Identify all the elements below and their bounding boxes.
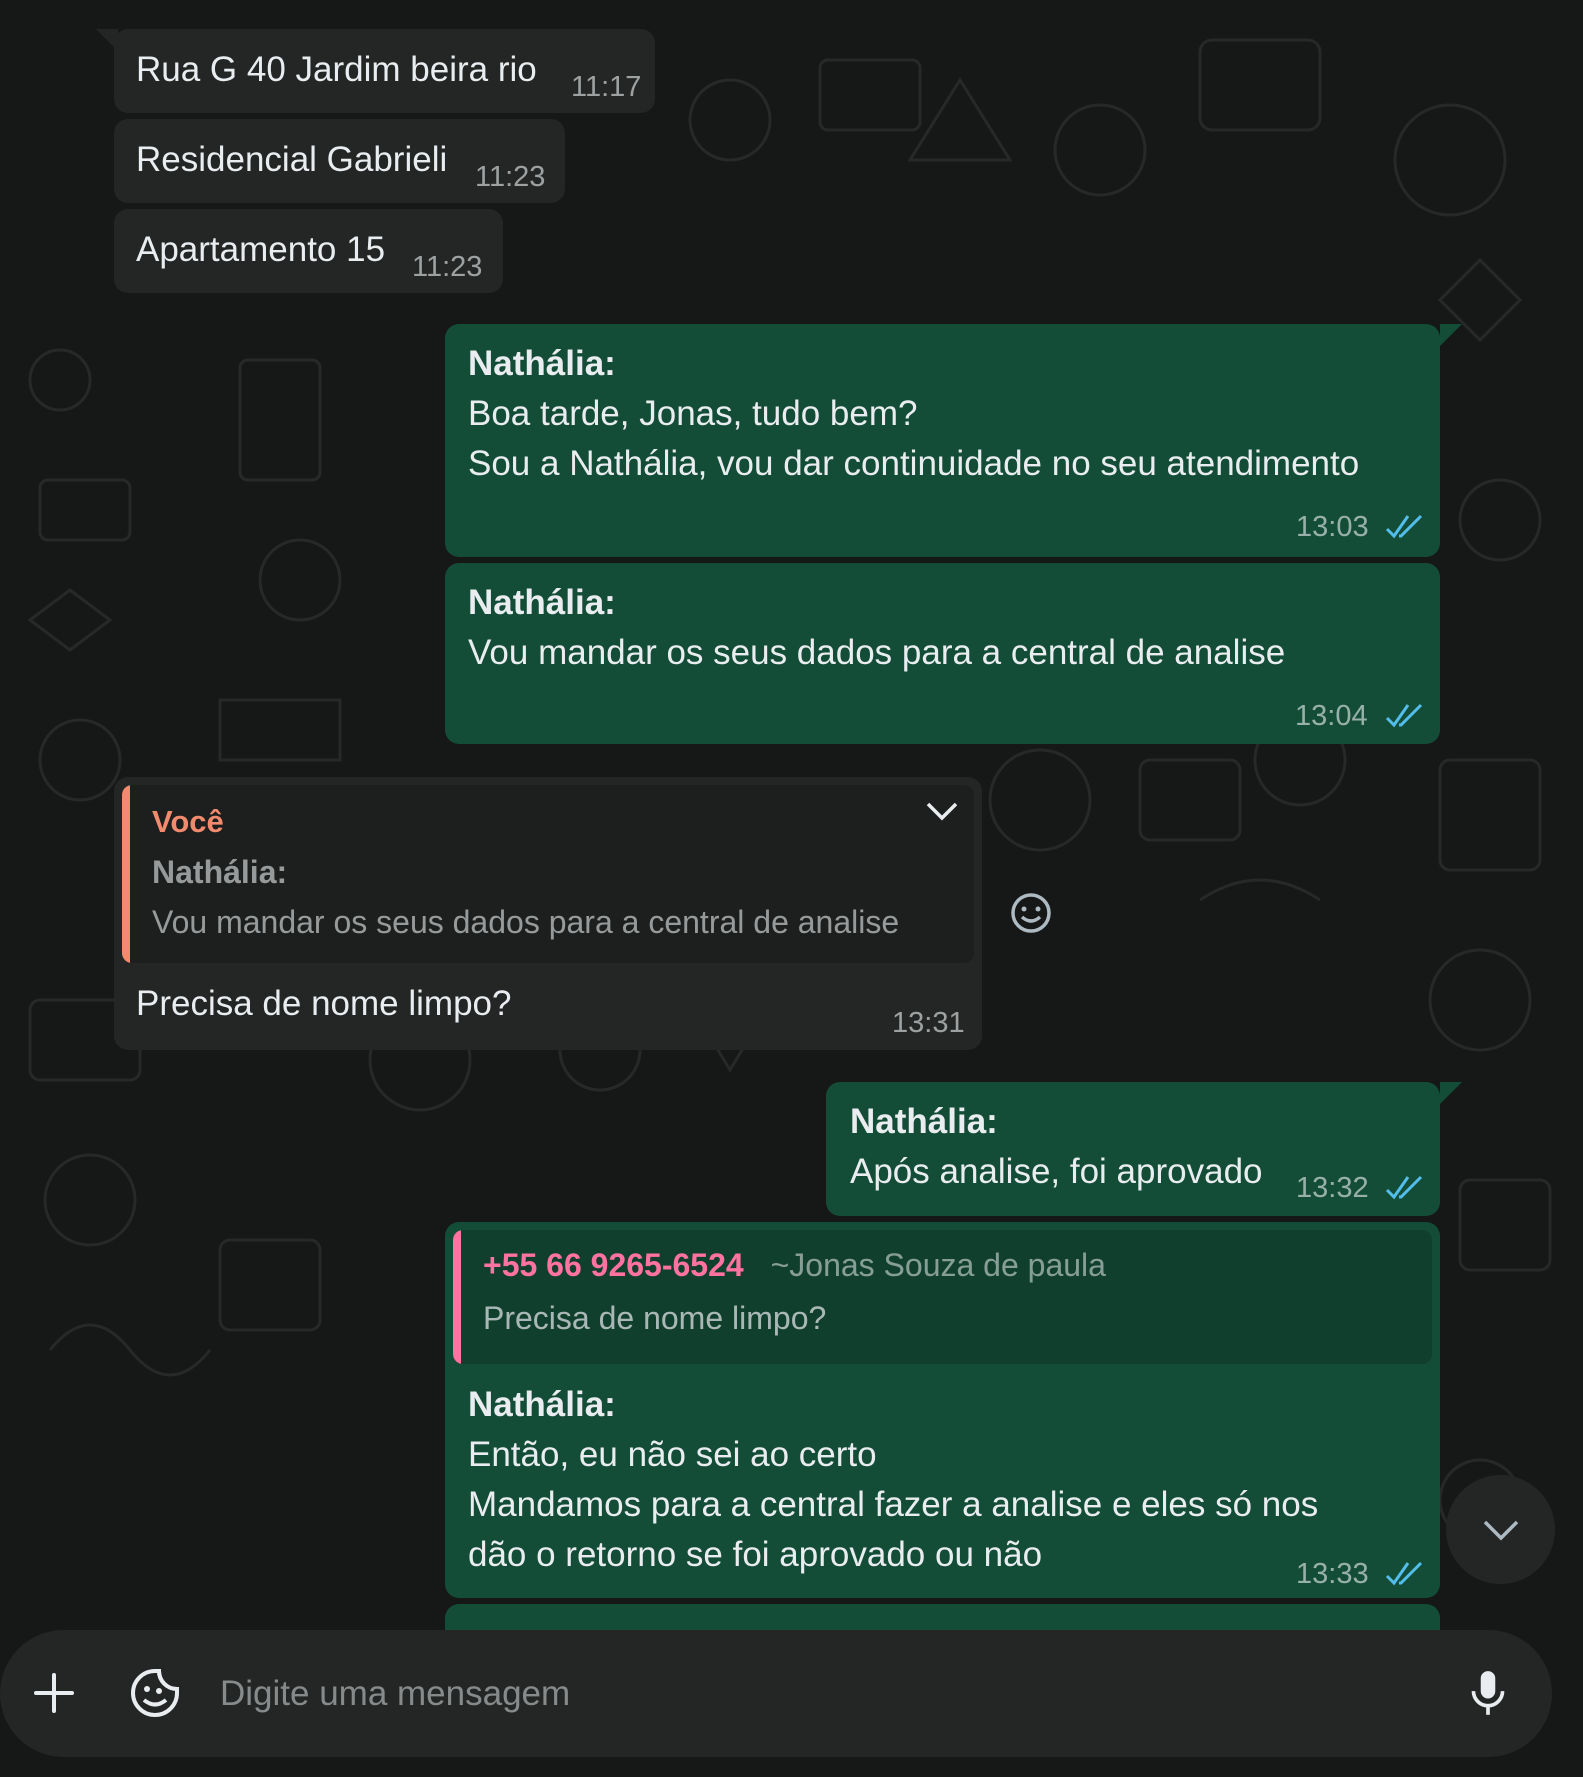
message-outgoing[interactable]: Nathália: Após analise, foi aprovado 13:… <box>826 1082 1440 1216</box>
quote-sender: Nathália: <box>152 854 288 890</box>
message-text: Precisa de nome limpo? <box>136 984 512 1023</box>
message-text: Então, eu não sei ao certo <box>468 1435 877 1474</box>
message-incoming[interactable]: Rua G 40 Jardim beira rio 11:17 <box>114 29 655 113</box>
quote-text: Vou mandar os seus dados para a central … <box>152 904 900 940</box>
quoted-message[interactable]: Você Nathália: Vou mandar os seus dados … <box>122 785 974 963</box>
scroll-down-button[interactable] <box>1446 1475 1555 1584</box>
message-text: Boa tarde, Jonas, tudo bem? <box>468 394 918 433</box>
message-outgoing[interactable] <box>445 1604 1440 1630</box>
message-time: 11:17 <box>571 71 642 103</box>
message-sender: Nathália: <box>850 1102 998 1141</box>
message-outgoing[interactable]: +55 66 9265-6524 ~Jonas Souza de paula P… <box>445 1222 1440 1598</box>
chat-panel[interactable]: Rua G 40 Jardim beira rio 11:17 Residenc… <box>0 0 1583 1630</box>
mic-icon <box>1471 1671 1505 1715</box>
message-incoming[interactable]: Você Nathália: Vou mandar os seus dados … <box>114 777 982 1050</box>
message-text: Apartamento 15 <box>136 230 386 269</box>
message-time: 11:23 <box>475 161 546 193</box>
message-sender: Nathália: <box>468 583 616 622</box>
message-time: 13:33 <box>1296 1558 1369 1590</box>
message-time: 13:04 <box>1295 700 1368 732</box>
message-text: Sou a Nathália, vou dar continuidade no … <box>468 444 1360 483</box>
quoted-message[interactable]: +55 66 9265-6524 ~Jonas Souza de paula P… <box>453 1230 1432 1364</box>
quote-text: Precisa de nome limpo? <box>483 1300 827 1336</box>
message-text: dão o retorno se foi aprovado ou não <box>468 1535 1043 1574</box>
message-incoming[interactable]: Residencial Gabrieli 11:23 <box>114 119 565 203</box>
message-outgoing[interactable]: Nathália: Vou mandar os seus dados para … <box>445 563 1440 744</box>
message-text: Mandamos para a central fazer a analise … <box>468 1485 1319 1524</box>
double-check-icon <box>1385 1561 1423 1586</box>
bubble-tail <box>1440 324 1462 346</box>
voice-message-button[interactable] <box>1456 1658 1520 1728</box>
quote-phone: +55 66 9265-6524 <box>483 1247 744 1283</box>
message-time: 13:32 <box>1296 1172 1369 1204</box>
sticker-icon <box>131 1669 179 1717</box>
bubble-tail <box>1440 1082 1462 1104</box>
message-sender: Nathália: <box>468 1385 616 1424</box>
attach-button[interactable] <box>22 1658 86 1728</box>
plus-icon <box>34 1673 74 1713</box>
double-check-icon <box>1385 514 1423 539</box>
message-incoming[interactable]: Apartamento 15 11:23 <box>114 209 503 293</box>
message-text: Após analise, foi aprovado <box>850 1152 1263 1191</box>
message-sender: Nathália: <box>468 344 616 383</box>
message-input[interactable] <box>218 1663 1422 1725</box>
message-text: Rua G 40 Jardim beira rio <box>136 50 537 89</box>
menu-down-icon[interactable] <box>922 791 962 831</box>
sticker-button[interactable] <box>120 1658 190 1728</box>
double-check-icon <box>1385 1175 1423 1200</box>
message-text: Vou mandar os seus dados para a central … <box>468 633 1286 672</box>
scroll-down-icon <box>1483 1520 1518 1540</box>
message-time: 11:23 <box>412 251 483 283</box>
message-outgoing[interactable]: Nathália: Boa tarde, Jonas, tudo bem? So… <box>445 324 1440 557</box>
quote-author: Você <box>152 804 224 839</box>
bubble-tail <box>96 29 118 51</box>
message-time: 13:03 <box>1296 511 1369 543</box>
double-check-icon <box>1385 703 1423 728</box>
quote-name: ~Jonas Souza de paula <box>770 1247 1106 1283</box>
message-text: Residencial Gabrieli <box>136 140 448 179</box>
message-time: 13:31 <box>892 1007 965 1039</box>
emoji-icon[interactable] <box>1009 891 1053 935</box>
